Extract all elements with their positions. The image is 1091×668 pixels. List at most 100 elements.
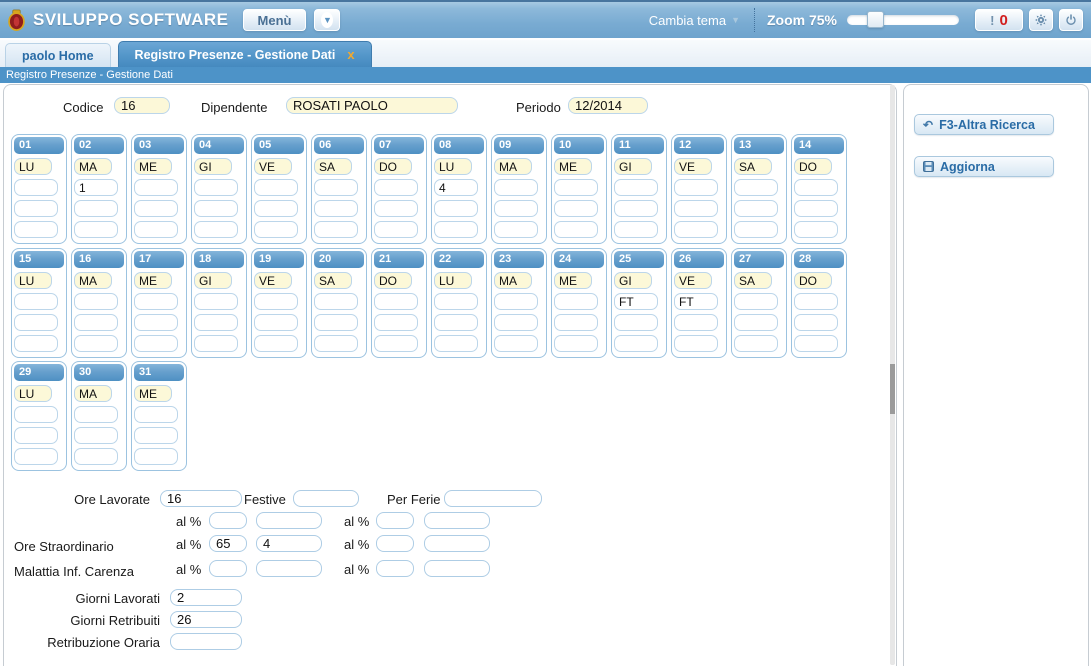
day-value-input-1[interactable]: [134, 293, 178, 310]
day-dow-input[interactable]: [14, 272, 52, 289]
day-dow-input[interactable]: [554, 158, 592, 175]
day-value-input-1[interactable]: [74, 293, 118, 310]
day-value-input-2[interactable]: [794, 314, 838, 331]
day-value-input-2[interactable]: [494, 314, 538, 331]
pct1-right-pct-input[interactable]: [376, 512, 414, 529]
day-value-input-2[interactable]: [194, 314, 238, 331]
day-value-input-1[interactable]: [14, 293, 58, 310]
day-dow-input[interactable]: [194, 272, 232, 289]
day-dow-input[interactable]: [794, 272, 832, 289]
day-dow-input[interactable]: [134, 385, 172, 402]
day-value-input-3[interactable]: [314, 335, 358, 352]
day-value-input-1[interactable]: [494, 179, 538, 196]
day-value-input-2[interactable]: [74, 200, 118, 217]
day-value-input-1[interactable]: [494, 293, 538, 310]
day-value-input-3[interactable]: [374, 335, 418, 352]
day-dow-input[interactable]: [734, 158, 772, 175]
day-value-input-3[interactable]: [14, 448, 58, 465]
straordinario-val2-input[interactable]: [424, 535, 490, 552]
day-value-input-2[interactable]: [614, 200, 658, 217]
day-dow-input[interactable]: [674, 158, 712, 175]
pct1-left-val-input[interactable]: [256, 512, 322, 529]
day-dow-input[interactable]: [554, 272, 592, 289]
day-value-input-2[interactable]: [434, 200, 478, 217]
day-value-input-3[interactable]: [434, 335, 478, 352]
day-dow-input[interactable]: [74, 272, 112, 289]
day-value-input-2[interactable]: [134, 200, 178, 217]
day-value-input-2[interactable]: [614, 314, 658, 331]
day-value-input-2[interactable]: [194, 200, 238, 217]
day-value-input-3[interactable]: [614, 221, 658, 238]
per-ferie-input[interactable]: [444, 490, 542, 507]
day-value-input-1[interactable]: [194, 293, 238, 310]
day-dow-input[interactable]: [674, 272, 712, 289]
tab-paolo-home[interactable]: paolo Home: [5, 43, 111, 67]
day-value-input-3[interactable]: [734, 221, 778, 238]
day-value-input-2[interactable]: [554, 200, 598, 217]
tab-registro-presenze[interactable]: Registro Presenze - Gestione Dati x: [118, 41, 372, 67]
day-value-input-1[interactable]: [194, 179, 238, 196]
day-value-input-1[interactable]: [674, 293, 718, 310]
scrollbar-thumb[interactable]: [890, 364, 895, 414]
day-value-input-2[interactable]: [734, 200, 778, 217]
settings-button[interactable]: [1029, 9, 1053, 31]
day-value-input-2[interactable]: [374, 314, 418, 331]
day-value-input-1[interactable]: [314, 293, 358, 310]
dipendente-input[interactable]: [286, 97, 458, 114]
day-value-input-2[interactable]: [254, 200, 298, 217]
day-value-input-1[interactable]: [134, 406, 178, 423]
straordinario-val-input[interactable]: [256, 535, 322, 552]
menu-button[interactable]: Menù: [243, 9, 307, 31]
day-value-input-3[interactable]: [674, 335, 718, 352]
day-value-input-2[interactable]: [494, 200, 538, 217]
straordinario-pct-input[interactable]: [209, 535, 247, 552]
day-dow-input[interactable]: [14, 158, 52, 175]
giorni-retribuiti-input[interactable]: [170, 611, 242, 628]
day-value-input-3[interactable]: [14, 221, 58, 238]
day-value-input-3[interactable]: [614, 335, 658, 352]
day-value-input-3[interactable]: [254, 335, 298, 352]
festive-input[interactable]: [293, 490, 359, 507]
day-value-input-1[interactable]: [374, 293, 418, 310]
day-value-input-2[interactable]: [314, 314, 358, 331]
aggiorna-button[interactable]: Aggiorna: [914, 156, 1054, 177]
day-value-input-1[interactable]: [14, 179, 58, 196]
day-value-input-3[interactable]: [434, 221, 478, 238]
day-value-input-2[interactable]: [554, 314, 598, 331]
day-value-input-3[interactable]: [74, 221, 118, 238]
day-value-input-2[interactable]: [74, 427, 118, 444]
day-value-input-2[interactable]: [254, 314, 298, 331]
malattia-val2-input[interactable]: [424, 560, 490, 577]
day-value-input-1[interactable]: [74, 179, 118, 196]
menu-dropdown-button[interactable]: ▼: [314, 9, 340, 31]
day-value-input-2[interactable]: [14, 200, 58, 217]
day-value-input-1[interactable]: [74, 406, 118, 423]
day-value-input-1[interactable]: [794, 293, 838, 310]
day-value-input-3[interactable]: [134, 335, 178, 352]
day-value-input-2[interactable]: [374, 200, 418, 217]
day-value-input-1[interactable]: [554, 293, 598, 310]
day-value-input-3[interactable]: [674, 221, 718, 238]
day-dow-input[interactable]: [434, 272, 472, 289]
day-value-input-1[interactable]: [254, 293, 298, 310]
alerts-button[interactable]: ! 0: [975, 9, 1023, 31]
day-value-input-3[interactable]: [494, 221, 538, 238]
day-value-input-1[interactable]: [434, 179, 478, 196]
day-value-input-3[interactable]: [134, 448, 178, 465]
day-value-input-1[interactable]: [734, 293, 778, 310]
malattia-val-input[interactable]: [256, 560, 322, 577]
ore-lavorate-input[interactable]: [160, 490, 242, 507]
malattia-pct-input[interactable]: [209, 560, 247, 577]
day-value-input-1[interactable]: [614, 293, 658, 310]
logout-button[interactable]: [1059, 9, 1083, 31]
change-theme-link[interactable]: Cambia tema ▼: [649, 13, 740, 28]
day-dow-input[interactable]: [734, 272, 772, 289]
codice-input[interactable]: [114, 97, 170, 114]
day-dow-input[interactable]: [314, 158, 352, 175]
day-value-input-3[interactable]: [554, 221, 598, 238]
day-dow-input[interactable]: [74, 385, 112, 402]
day-value-input-1[interactable]: [434, 293, 478, 310]
periodo-input[interactable]: [568, 97, 648, 114]
zoom-slider[interactable]: [847, 15, 959, 25]
day-value-input-2[interactable]: [134, 427, 178, 444]
